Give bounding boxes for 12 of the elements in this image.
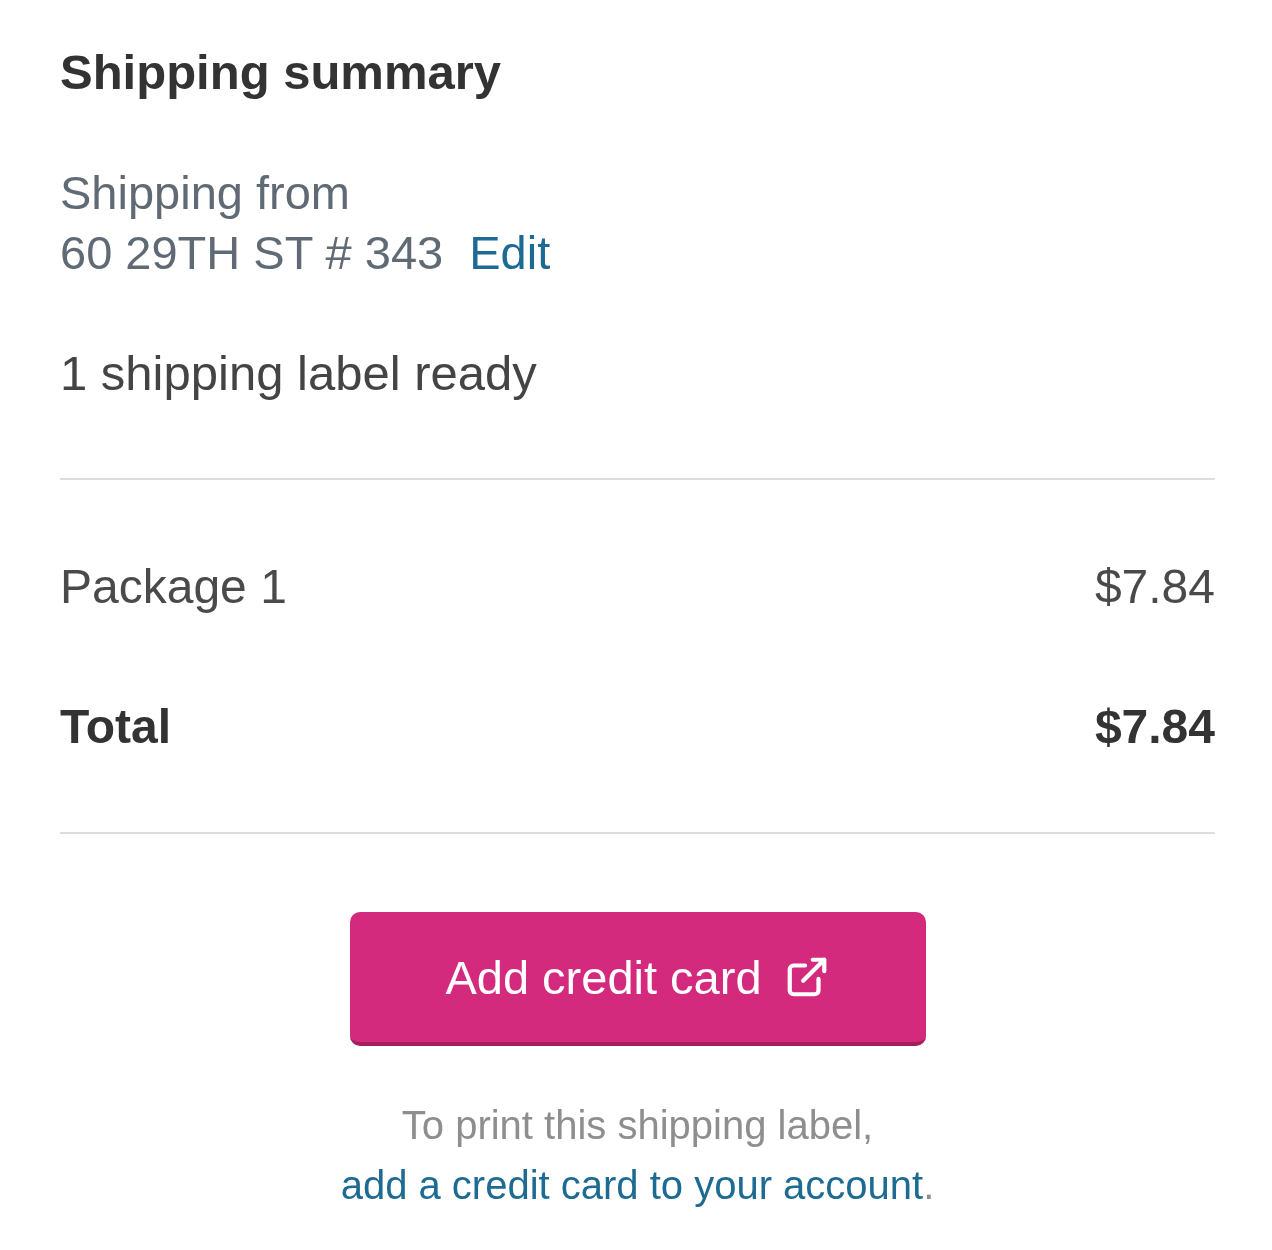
label-status-text: 1 shipping label ready — [60, 345, 537, 402]
shipping-from-label: Shipping from — [60, 165, 350, 221]
line-item-amount: $7.84 — [1094, 559, 1215, 615]
total-amount: $7.84 — [1094, 699, 1215, 755]
address-text: 60 29TH ST # 343 — [60, 225, 444, 281]
section-title: Shipping summary — [60, 44, 502, 101]
add-credit-card-link[interactable]: add a credit card to your account — [340, 1163, 924, 1207]
line-item-label: Package 1 — [60, 559, 287, 615]
print-instructions-text: To print this shipping label, add a credit card to your account. — [339, 1102, 936, 1209]
add-credit-card-button[interactable]: Add credit card — [349, 912, 926, 1046]
total-label: Total — [60, 699, 172, 755]
edit-link[interactable]: Edit — [469, 223, 551, 283]
